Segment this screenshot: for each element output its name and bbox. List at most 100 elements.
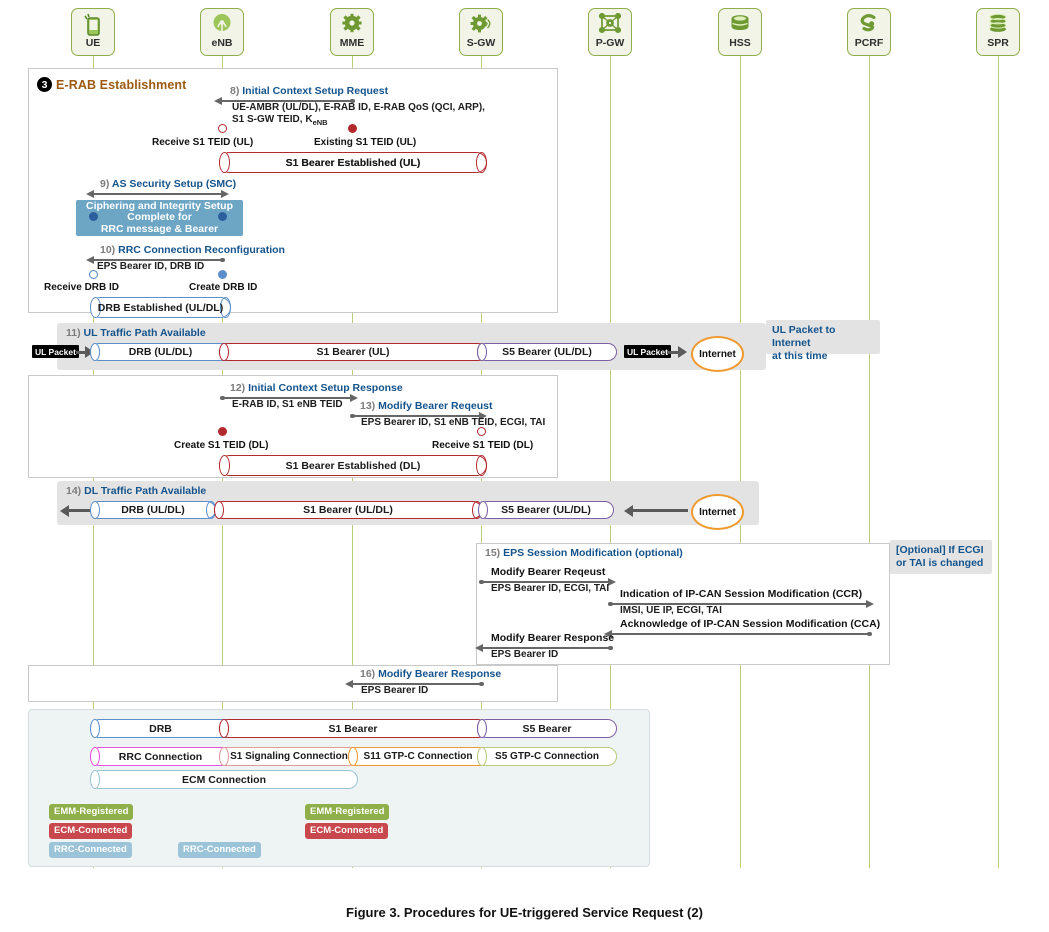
step8-arrowhead xyxy=(214,96,222,105)
summary-s5-bearer-label: S5 Bearer xyxy=(522,722,572,735)
section-title: E-RAB Establishment xyxy=(56,78,187,92)
node-enb[interactable]: eNB xyxy=(200,8,244,56)
step12-arrowhead xyxy=(350,393,358,402)
figure-canvas: UE eNB MME S-GW P-GW HSS PCRF SPR 3 E-RA… xyxy=(0,0,1049,932)
step16-number: 16) xyxy=(360,668,376,680)
state-ue-ecm-connected: ECM-Connected xyxy=(49,823,133,839)
marker-receive-s1-teid-ul xyxy=(218,124,227,133)
node-mme[interactable]: MME xyxy=(330,8,374,56)
dl-path-s5-label: S5 Bearer (UL/DL) xyxy=(501,504,591,516)
step9-label: AS Security Setup (SMC) xyxy=(111,178,237,190)
step9-arrowhead-right xyxy=(221,189,229,198)
ul-packet-note: UL Packet to Internet at this time xyxy=(766,320,880,362)
step10-params: EPS Bearer ID, DRB ID xyxy=(97,261,205,272)
ul-packet-note-line1: UL Packet to Internet xyxy=(772,324,836,349)
step8-number: 8) xyxy=(230,85,240,97)
label-create-s1-teid-dl: Create S1 TEID (DL) xyxy=(174,440,269,451)
label-create-drb-id: Create DRB ID xyxy=(189,282,258,293)
step15-m4-title: Modify Bearer Response xyxy=(491,632,615,644)
step15-m3-arrow xyxy=(611,633,869,635)
lifeline-hss xyxy=(740,48,741,868)
step9-arrowhead-left xyxy=(86,189,94,198)
node-sgw[interactable]: S-GW xyxy=(459,8,503,56)
ul-packet-left-badge: UL Packet xyxy=(32,345,79,358)
ul-path-drb-label: DRB (UL/DL) xyxy=(128,346,193,358)
label-receive-drb-id: Receive DRB ID xyxy=(44,282,120,293)
node-spr[interactable]: SPR xyxy=(976,8,1020,56)
smc-line3: RRC message & Bearer xyxy=(100,222,219,235)
step8-title: 8) Initial Context Setup Request xyxy=(230,85,388,97)
hss-database-icon xyxy=(729,13,751,37)
node-label-enb: eNB xyxy=(211,37,233,49)
node-label-pcrf: PCRF xyxy=(854,37,884,49)
dl-ue-arrowhead xyxy=(60,504,69,517)
node-label-mme: MME xyxy=(339,37,365,49)
state-ue-rrc-connected: RRC-Connected xyxy=(49,842,132,858)
summary-s1-bearer-label: S1 Bearer xyxy=(328,722,378,735)
summary-s5-gtpc-label: S5 GTP-C Connection xyxy=(495,751,599,762)
ul-packet-right-badge: UL Packet xyxy=(624,345,671,358)
node-label-ue: UE xyxy=(85,37,101,49)
node-pgw[interactable]: P-GW xyxy=(588,8,632,56)
step15-m4-arrowhead xyxy=(475,643,483,652)
step12-origin-dot xyxy=(220,395,225,400)
marker-receive-drb-id xyxy=(89,270,98,279)
step10-number: 10) xyxy=(100,244,116,256)
label-existing-s1-teid-ul: Existing S1 TEID (UL) xyxy=(314,137,417,148)
step8-params-line2: S1 S-GW TEID, KeNB xyxy=(232,114,328,127)
step11-title: 11) UL Traffic Path Available xyxy=(66,327,206,339)
ul-packet-right-arrowhead xyxy=(678,346,687,358)
step13-origin-dot xyxy=(350,413,355,418)
step16-origin-dot xyxy=(479,681,484,686)
node-pcrf[interactable]: PCRF xyxy=(847,8,891,56)
step15-m3-title: Acknowledge of IP-CAN Session Modificati… xyxy=(620,618,881,630)
spr-database-icon xyxy=(987,13,1009,37)
step16-params: EPS Bearer ID xyxy=(361,685,429,696)
mme-gear-icon xyxy=(341,13,363,37)
node-label-sgw: S-GW xyxy=(466,37,496,49)
step15-title: 15) EPS Session Modification (optional) xyxy=(485,547,683,559)
internet-circle-ul: Internet xyxy=(691,336,744,372)
state-ue-emm-registered: EMM-Registered xyxy=(49,804,134,820)
marker-create-drb-id xyxy=(218,270,227,279)
dl-path-drb-label: DRB (UL/DL) xyxy=(121,504,185,516)
step13-params: EPS Bearer ID, S1 eNB TEID, ECGI, TAI xyxy=(361,417,546,428)
step16-label: Modify Bearer Response xyxy=(378,668,502,680)
state-mme-emm-registered: EMM-Registered xyxy=(305,804,390,820)
step10-arrowhead xyxy=(86,255,94,264)
step15-m1-params: EPS Bearer ID, ECGI, TAI xyxy=(491,583,610,594)
node-hss[interactable]: HSS xyxy=(718,8,762,56)
step12-label: Initial Context Setup Response xyxy=(248,382,403,394)
step15-label: EPS Session Modification (optional) xyxy=(503,547,683,559)
step13-label: Modify Bearer Reqeust xyxy=(378,400,493,412)
step15-m1-title: Modify Bearer Reqeust xyxy=(491,566,606,578)
dl-path-s1-label: S1 Bearer (UL/DL) xyxy=(303,504,393,516)
state-enb-rrc-connected: RRC-Connected xyxy=(178,842,261,858)
step15-number: 15) xyxy=(485,547,501,559)
state-mme-ecm-connected: ECM-Connected xyxy=(305,823,389,839)
optional-ecgi-tai-note: [Optional] If ECGI or TAI is changed xyxy=(890,540,992,574)
step14-label: DL Traffic Path Available xyxy=(84,485,207,497)
lifeline-pcrf xyxy=(869,48,870,868)
node-label-spr: SPR xyxy=(987,37,1009,49)
figure-caption: Figure 3. Procedures for UE-triggered Se… xyxy=(346,905,703,920)
sgw-gear-signal-icon xyxy=(470,13,492,37)
step13-title: 13) Modify Bearer Reqeust xyxy=(360,400,492,412)
summary-drb-label: DRB xyxy=(149,722,172,735)
step14-title: 14) DL Traffic Path Available xyxy=(66,485,206,497)
ul-packet-note-line2: at this time xyxy=(772,350,828,362)
step9-arrow xyxy=(94,193,222,195)
step11-label: UL Traffic Path Available xyxy=(83,327,206,339)
dl-ue-arrow xyxy=(68,509,90,512)
step9-number: 9) xyxy=(100,178,110,190)
node-ue[interactable]: UE xyxy=(71,8,115,56)
step14-number: 14) xyxy=(66,485,82,497)
summary-ecm-connection-label: ECM Connection xyxy=(182,773,266,786)
ul-path-s5-label: S5 Bearer (UL/DL) xyxy=(502,346,592,358)
step16-title: 16) Modify Bearer Response xyxy=(360,668,501,680)
smc-marker-enb xyxy=(218,212,227,221)
step15-m3-origin-dot xyxy=(867,631,872,636)
step10-title: 10) RRC Connection Reconfiguration xyxy=(100,244,285,256)
marker-receive-s1-teid-dl xyxy=(477,427,486,436)
section-number-badge: 3 xyxy=(37,77,52,92)
